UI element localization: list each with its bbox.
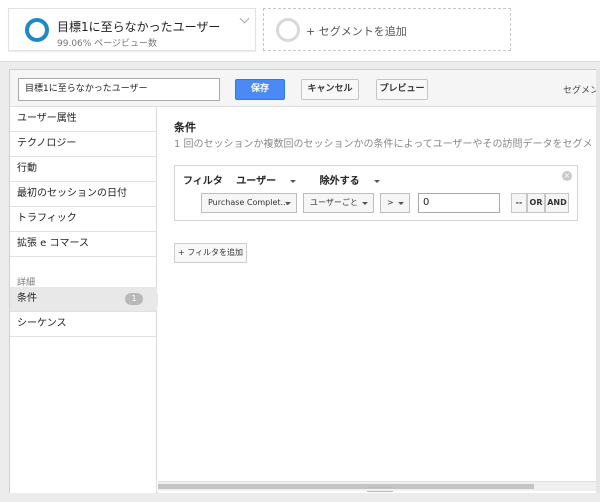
mode-label: 除外する	[319, 176, 360, 187]
sidebar-item-behavior[interactable]: 行動	[10, 157, 157, 182]
sidebar-item-enhanced-ecommerce[interactable]: 拡張 e コマース	[10, 232, 157, 257]
resize-grip[interactable]	[367, 487, 393, 492]
operator-select[interactable]: >	[380, 193, 410, 213]
active-segment-card[interactable]: 目標1に至らなかったユーザー 99.06% ページビュー数	[8, 8, 256, 51]
sidebar-item-date-of-first-session[interactable]: 最初のセッションの日付	[10, 182, 157, 207]
sidebar-item-technology[interactable]: テクノロジー	[10, 132, 157, 157]
add-filter-button[interactable]: + フィルタを追加	[174, 243, 247, 263]
segment-bar: 目標1に至らなかったユーザー 99.06% ページビュー数 + セグメントを追加	[0, 0, 600, 62]
conditions-pane: 条件 1 回のセッションか複数回のセッションかの条件によってユーザーやその訪問デ…	[158, 107, 600, 493]
caret-down-icon	[290, 179, 297, 183]
and-button[interactable]: AND	[545, 193, 569, 213]
operator-select-value: >	[387, 198, 394, 207]
condition-count-badge: 1	[125, 293, 143, 305]
section-description: 1 回のセッションか複数回のセッションかの条件によってユーザーやその訪問データを…	[174, 139, 593, 150]
close-icon[interactable]: ×	[562, 171, 572, 181]
sidebar-item-demographics[interactable]: ユーザー属性	[10, 107, 157, 132]
sidebar-item-sequences[interactable]: シーケンス	[10, 312, 157, 337]
save-button[interactable]: 保存	[235, 79, 285, 100]
caret-down-icon	[373, 179, 380, 183]
segment-editor-panel: 目標1に至らなかったユーザー 保存 キャンセル プレビュー セグメント ユーザー…	[9, 69, 600, 493]
caret-down-icon	[398, 202, 404, 205]
segment-ring-icon	[25, 18, 49, 42]
caret-down-icon	[362, 202, 368, 205]
filter-label: フィルタ	[183, 176, 223, 187]
page-title: 条件	[174, 121, 196, 134]
toolbar-right-label[interactable]: セグメント	[563, 83, 600, 96]
per-user-select-value: ユーザーごと	[310, 198, 358, 207]
chevron-down-icon[interactable]	[239, 13, 250, 24]
per-user-select[interactable]: ユーザーごと	[303, 193, 374, 213]
segment-name-input[interactable]: 目標1に至らなかったユーザー	[18, 78, 220, 101]
filter-card: フィルタ ユーザー 除外する × Purchase Complet... ユーザ…	[174, 165, 578, 221]
category-sidebar: ユーザー属性 テクノロジー 行動 最初のセッションの日付 トラフィック 拡張 e…	[10, 107, 157, 493]
cancel-button[interactable]: キャンセル	[301, 79, 359, 100]
remove-condition-button[interactable]: --	[511, 193, 527, 213]
vertical-scrollbar[interactable]	[596, 69, 600, 493]
segment-subtitle: 99.06% ページビュー数	[57, 39, 157, 49]
metric-select[interactable]: Purchase Complet...	[201, 193, 297, 213]
empty-ring-icon	[276, 18, 300, 42]
scope-label: ユーザー	[236, 176, 277, 187]
segment-title: 目標1に至らなかったユーザー	[57, 20, 221, 34]
scope-dropdown[interactable]: ユーザー	[236, 176, 306, 187]
add-segment-card[interactable]: + セグメントを追加	[263, 8, 511, 51]
add-segment-label: + セグメントを追加	[306, 25, 407, 38]
sidebar-item-conditions[interactable]: 条件 1	[10, 287, 157, 312]
or-button[interactable]: OR	[527, 193, 545, 213]
preview-button[interactable]: プレビュー	[376, 79, 428, 100]
sidebar-item-traffic[interactable]: トラフィック	[10, 207, 157, 232]
mode-dropdown[interactable]: 除外する	[320, 176, 390, 187]
sidebar-item-label: 条件	[17, 293, 37, 304]
editor-toolbar: 目標1に至らなかったユーザー 保存 キャンセル プレビュー セグメント	[10, 70, 600, 107]
scrollbar-thumb[interactable]	[158, 484, 534, 489]
value-input[interactable]: 0	[418, 193, 500, 213]
caret-down-icon	[285, 202, 291, 205]
metric-select-value: Purchase Complet...	[208, 198, 289, 207]
filter-header: フィルタ ユーザー 除外する	[183, 172, 400, 187]
